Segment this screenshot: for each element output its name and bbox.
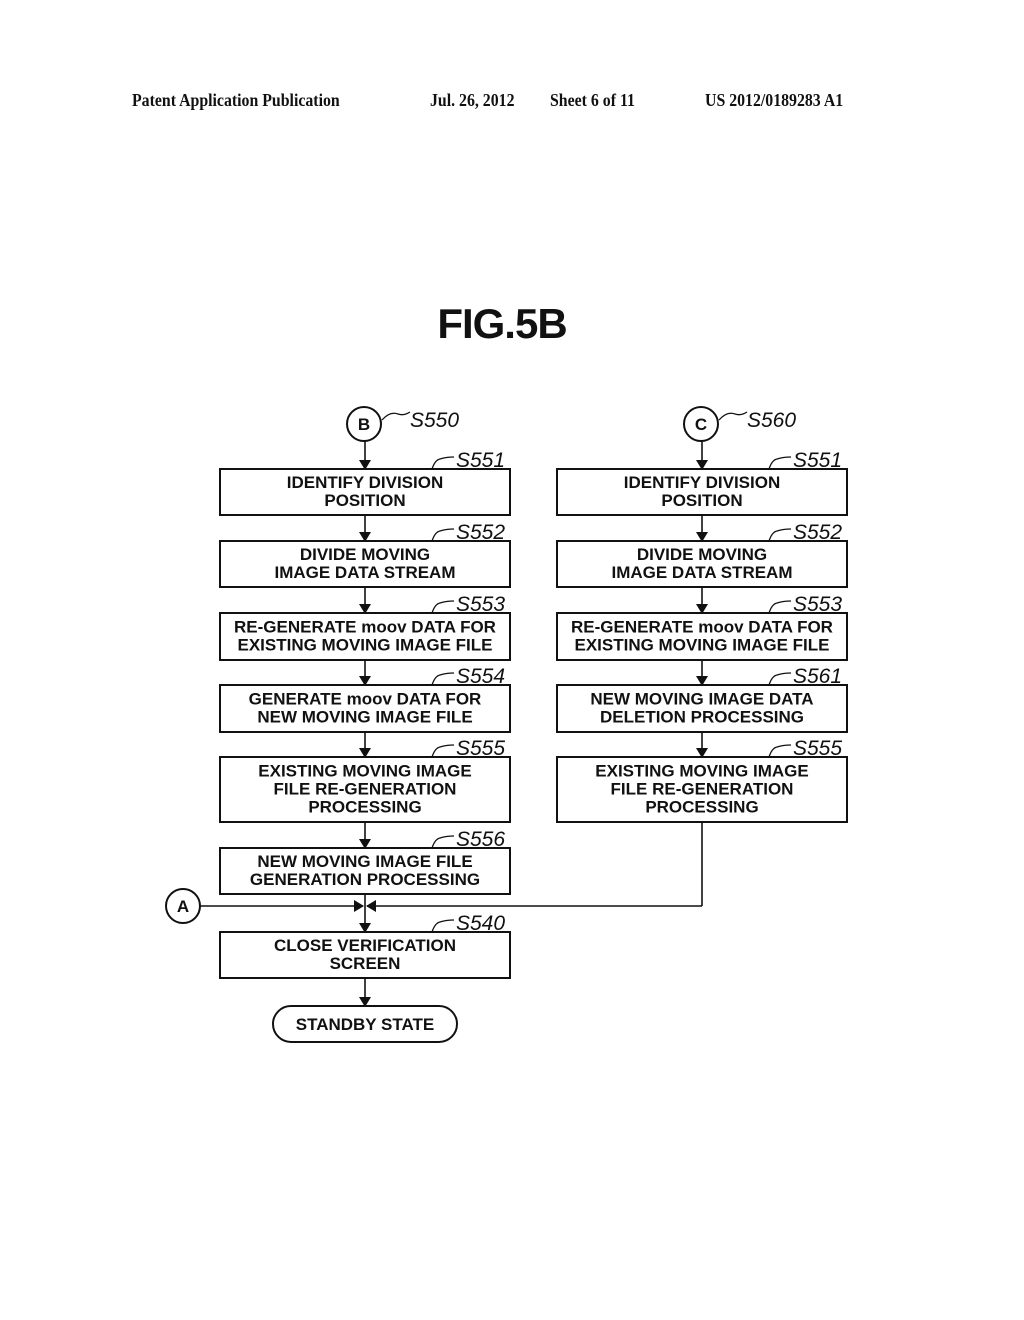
process-box-text: IMAGE DATA STREAM	[274, 563, 455, 582]
step-label: S560	[747, 409, 796, 432]
step-label: S561	[793, 665, 842, 688]
step-label: S550	[410, 409, 459, 432]
step-label: S553	[793, 593, 842, 616]
process-box-text: NEW MOVING IMAGE FILE	[257, 708, 472, 727]
step-leader	[768, 744, 792, 758]
process-box-text: GENERATION PROCESSING	[250, 870, 480, 889]
process-box-text: POSITION	[324, 491, 405, 510]
process-box-text: IDENTIFY DIVISION	[624, 473, 781, 492]
process-box-text: EXISTING MOVING IMAGE FILE	[237, 636, 492, 655]
step-leader	[381, 411, 411, 421]
step-leader	[431, 600, 455, 614]
process-box-text: RE-GENERATE moov DATA FOR	[571, 618, 833, 637]
step-leader	[431, 672, 455, 686]
step-label: S556	[456, 828, 505, 851]
step-leader	[431, 528, 455, 542]
process-box-text: DELETION PROCESSING	[600, 708, 804, 727]
step-label: S540	[456, 912, 505, 935]
step-leader	[768, 456, 792, 470]
step-label: S555	[456, 737, 505, 760]
step-leader	[768, 672, 792, 686]
step-label: S551	[456, 449, 505, 472]
process-box-text: EXISTING MOVING IMAGE	[595, 762, 808, 781]
flowchart: B S550IDENTIFY DIVISIONPOSITIONS551DIVIDE…	[165, 406, 848, 1043]
process-box-text: PROCESSING	[308, 798, 421, 817]
step-leader	[718, 411, 748, 421]
connector-b-label: B	[358, 415, 370, 434]
process-box-text: RE-GENERATE moov DATA FOR	[234, 618, 496, 637]
step-label: S553	[456, 593, 505, 616]
step-label: S552	[793, 521, 842, 544]
process-box-text: IDENTIFY DIVISION	[287, 473, 444, 492]
process-box-text: POSITION	[661, 491, 742, 510]
step-leader	[431, 744, 455, 758]
connector-a-label: A	[177, 897, 189, 916]
process-box-text: SCREEN	[330, 954, 401, 973]
process-box-text: GENERATE moov DATA FOR	[249, 690, 482, 709]
process-box-text: FILE RE-GENERATION	[274, 780, 457, 799]
process-box-text: DIVIDE MOVING	[300, 545, 430, 564]
process-box-text: PROCESSING	[645, 798, 758, 817]
process-box-text: EXISTING MOVING IMAGE FILE	[574, 636, 829, 655]
step-label: S551	[793, 449, 842, 472]
terminal-standby-label: STANDBY STATE	[296, 1015, 435, 1034]
step-label: S554	[456, 665, 505, 688]
process-box-text: NEW MOVING IMAGE FILE	[257, 852, 472, 871]
process-box-text: EXISTING MOVING IMAGE	[258, 762, 471, 781]
process-box-text: FILE RE-GENERATION	[611, 780, 794, 799]
process-box-text: NEW MOVING IMAGE DATA	[590, 690, 813, 709]
step-leader	[768, 528, 792, 542]
step-leader	[768, 600, 792, 614]
step-label: S555	[793, 737, 842, 760]
process-box-text: CLOSE VERIFICATION	[274, 936, 456, 955]
step-leader	[431, 456, 455, 470]
process-box-text: IMAGE DATA STREAM	[611, 563, 792, 582]
step-leader	[431, 835, 455, 849]
connector-c-label: C	[695, 415, 707, 434]
step-leader	[431, 919, 455, 933]
process-box-text: DIVIDE MOVING	[637, 545, 767, 564]
step-label: S552	[456, 521, 505, 544]
